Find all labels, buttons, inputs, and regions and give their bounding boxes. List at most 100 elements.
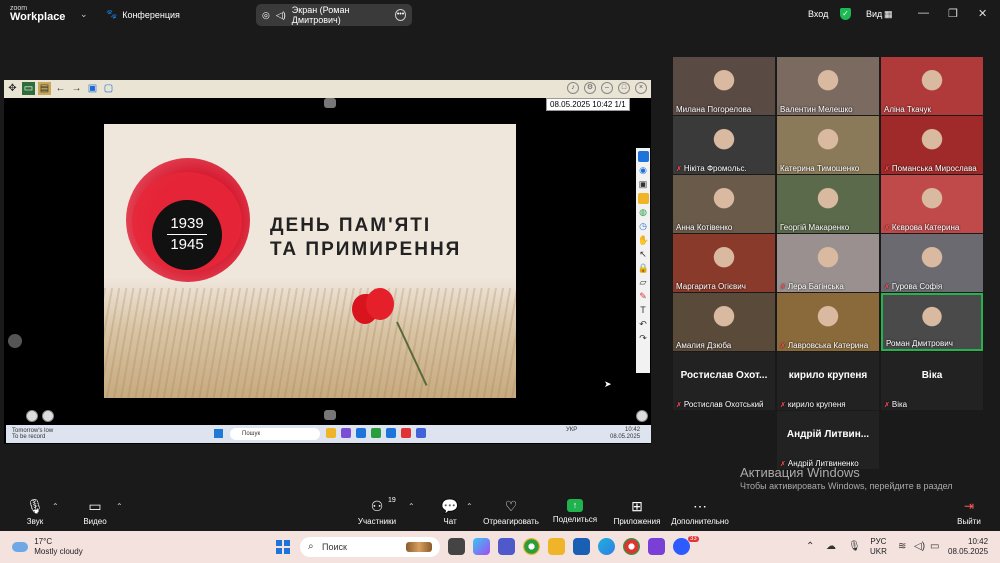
lock-icon[interactable]: 🔒 [638, 263, 649, 274]
participant-tile[interactable]: ✗ Кєврова Катерина [881, 175, 983, 233]
leave-button[interactable]: ⇥ Выйти [956, 497, 982, 526]
chrome-icon[interactable] [523, 538, 540, 555]
restore-icon[interactable]: ❐ [948, 7, 958, 20]
more-options-icon[interactable]: ••• [395, 9, 406, 21]
keyboard-icon[interactable] [42, 410, 54, 422]
viber-icon[interactable] [648, 538, 665, 555]
screen-share-status[interactable]: ◎ ◁) Экран (Роман Дмитрович) ••• [256, 4, 412, 26]
taskbar-search[interactable]: ⌕ Поиск [300, 537, 440, 557]
participant-tile[interactable]: Роман Дмитрович [881, 293, 983, 351]
windows-start-icon[interactable] [276, 540, 290, 554]
participant-tile[interactable]: Віка ✗ Віка [881, 352, 983, 410]
shield-icon[interactable]: ✓ [840, 8, 851, 20]
participant-tile[interactable]: Катерина Тимошенко [777, 116, 879, 174]
tray-chevron-icon[interactable]: ⌃ [806, 541, 814, 552]
close-icon[interactable]: ✕ [978, 7, 987, 20]
participant-tile[interactable]: ✗ Нікіта Фромольс. [673, 116, 775, 174]
left-handle[interactable] [8, 334, 22, 348]
system-clock[interactable]: 10:42 08.05.2025 [948, 537, 988, 557]
participant-tile[interactable]: ✗ Поманська Мирослава [881, 116, 983, 174]
more-button[interactable]: ⋯ Дополнительно [670, 497, 730, 526]
battery-icon[interactable]: ▭ [930, 541, 939, 552]
apps-button[interactable]: ⊞ Приложения [612, 497, 662, 526]
chat-button[interactable]: 💬 Чат [440, 497, 460, 526]
window-icon[interactable]: ▢ [102, 82, 115, 95]
audio-caret-icon[interactable]: ⌃ [52, 502, 59, 511]
video-caret-icon[interactable]: ⌃ [116, 502, 123, 511]
participant-tile[interactable]: ✗ Лавровська Катерина [777, 293, 879, 351]
text-icon[interactable]: T [638, 305, 649, 316]
minimize-circle-icon[interactable]: – [601, 82, 613, 94]
document-icon[interactable]: ▤ [38, 82, 51, 95]
participant-tile[interactable]: Амалия Дзюба [673, 293, 775, 351]
network-alert-icon[interactable]: ☁ [826, 541, 836, 552]
redo-icon[interactable]: ↷ [638, 333, 649, 344]
windows-icon[interactable] [637, 151, 649, 162]
participant-tile[interactable]: Валентин Мелешко [777, 57, 879, 115]
camera-icon[interactable]: ▣ [638, 179, 649, 190]
pointer-icon[interactable]: ↖ [638, 249, 649, 260]
volume-icon[interactable]: ◁) [914, 541, 925, 552]
meeting-info-button[interactable]: 🐾 Конференция [106, 9, 180, 20]
arrow-left-icon[interactable]: ← [54, 82, 67, 95]
participant-tile[interactable]: Аліна Ткачук [881, 57, 983, 115]
participants-button[interactable]: ⚇ Участники 19 [356, 497, 398, 526]
bell-icon[interactable]: ♪ [567, 82, 579, 94]
participants-caret-icon[interactable]: ⌃ [408, 502, 415, 511]
participant-tile[interactable]: Георгій Макаренко [777, 175, 879, 233]
participant-tile[interactable]: Милана Погорелова [673, 57, 775, 115]
restore-circle-icon[interactable]: □ [618, 82, 630, 94]
share-button[interactable]: ↑ Поделиться [552, 497, 598, 524]
chat-caret-icon[interactable]: ⌃ [466, 502, 473, 511]
minimize-icon[interactable]: — [918, 7, 929, 19]
clock-icon[interactable]: ◷ [638, 221, 649, 232]
task-view-icon[interactable] [448, 538, 465, 555]
participant-name: ✗ кирило крупеня [780, 400, 846, 409]
chrome-profile-icon[interactable] [623, 538, 640, 555]
arrow-right-icon[interactable]: → [70, 82, 83, 95]
close-circle-icon[interactable]: × [635, 82, 647, 94]
audio-button[interactable]: 🎙 Звук [22, 497, 48, 526]
video-button[interactable]: ▭ Видео [80, 497, 110, 526]
move-icon[interactable]: ✥ [6, 82, 19, 95]
participant-tile[interactable]: Маргарита Огієвич [673, 234, 775, 292]
participant-tile[interactable]: ✗ Гурова Софія [881, 234, 983, 292]
weather-widget[interactable]: 17°C Mostly cloudy [12, 537, 83, 557]
top-handle[interactable] [324, 98, 336, 108]
view-button[interactable]: Вид [866, 9, 882, 19]
folder-icon[interactable] [637, 193, 649, 204]
chevron-down-icon[interactable]: ⌄ [80, 9, 88, 20]
participant-tile[interactable]: кирило крупеня ✗ кирило крупеня [777, 352, 879, 410]
microphone-tray-icon[interactable]: 🎙 [848, 541, 861, 552]
settings-dot-icon[interactable] [636, 410, 648, 422]
outlook-icon[interactable] [573, 538, 590, 555]
language-indicator[interactable]: РУС UKR [870, 537, 887, 557]
participant-name-text: Милана Погорелова [676, 105, 752, 114]
signin-button[interactable]: Вход [808, 9, 828, 19]
hand-icon[interactable]: ✋ [638, 235, 649, 246]
undo-icon[interactable]: ↶ [638, 319, 649, 330]
participant-tile[interactable]: Андрій Литвин... ✗ Андрій Литвиненко [777, 411, 879, 469]
grid-view-icon[interactable]: ▦ [884, 9, 893, 20]
eraser-icon[interactable]: ▱ [638, 277, 649, 288]
wifi-icon[interactable]: ≋ [898, 541, 906, 552]
board-icon[interactable]: ▭ [22, 82, 35, 95]
pen-tool-icon[interactable] [26, 410, 38, 422]
file-explorer-icon[interactable] [548, 538, 565, 555]
gear-icon[interactable]: ⚙ [584, 82, 596, 94]
screen-icon[interactable]: ▣ [86, 82, 99, 95]
copilot-icon[interactable] [473, 538, 490, 555]
react-button[interactable]: ♡ Отреагировать [482, 497, 540, 526]
participant-tile[interactable]: Анна Котівенко [673, 175, 775, 233]
edge-icon[interactable] [598, 538, 615, 555]
participant-tile[interactable]: ✗ Лера Багінська [777, 234, 879, 292]
file-explorer-icon [326, 428, 336, 438]
participant-name: Амалия Дзюба [676, 341, 731, 350]
participant-tile[interactable]: Ростислав Охот... ✗ Ростислав Охотський [673, 352, 775, 410]
teams-icon[interactable] [498, 538, 515, 555]
year-end: 1945 [170, 236, 204, 253]
palette-icon[interactable]: ✎ [638, 291, 649, 302]
bottom-handle[interactable] [324, 410, 336, 420]
globe-icon[interactable]: ◉ [638, 165, 649, 176]
chrome-icon[interactable]: ◍ [638, 207, 649, 218]
